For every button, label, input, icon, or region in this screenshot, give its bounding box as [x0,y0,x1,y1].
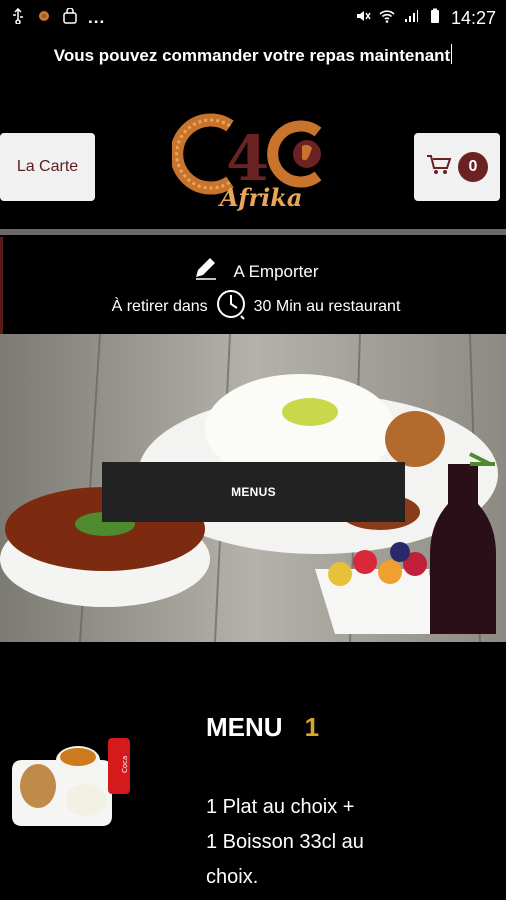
header-divider [0,229,506,235]
menu-description-line2: 1 Boisson 33cl au choix. [206,831,364,888]
pickup-prefix: À retirer dans [111,297,208,315]
promo-text: Vous pouvez commander votre repas mainte… [53,46,451,65]
status-time: 14:27 [450,7,496,28]
clock-icon [214,287,248,326]
order-mode-label: A Emporter [233,261,319,281]
la-carte-button[interactable]: La Carte [0,133,95,201]
cart-count-badge: 0 [458,152,488,182]
overflow-indicator: ... [88,8,106,27]
usb-icon [10,7,26,29]
battery-icon [427,8,443,29]
mute-icon [355,8,371,29]
menu-thumbnail[interactable]: Coca [8,730,132,826]
pickup-time: 30 Min au restaurant [253,297,401,315]
signal-icon [403,8,419,29]
promo-banner: Vous pouvez commander votre repas mainte… [0,44,506,66]
bag-icon [62,7,78,29]
order-mode-panel[interactable]: A Emporter À retirer dans 30 Min au rest… [0,237,506,334]
pencil-icon[interactable] [193,257,219,286]
cart-icon [426,154,452,181]
text-caret [451,44,453,64]
menu-title-label: MENU [206,712,283,742]
menu-description: 1 Plat au choix + 1 Boisson 33cl au choi… [206,790,406,895]
status-bar: ... 14:27 [0,0,506,36]
menu-description-line1: 1 Plat au choix + [206,796,355,818]
app-icon [36,8,52,29]
menu-number: 1 [304,712,320,742]
menu-title: MENU 1 [206,712,319,743]
menus-button[interactable]: MENUS [102,462,405,522]
svg-text:Coca: Coca [121,756,129,773]
cart-button[interactable]: 0 [414,133,500,201]
wifi-icon [379,8,395,29]
logo-script: Afrika [218,183,302,212]
logo[interactable]: 4 Afrika [170,102,334,218]
